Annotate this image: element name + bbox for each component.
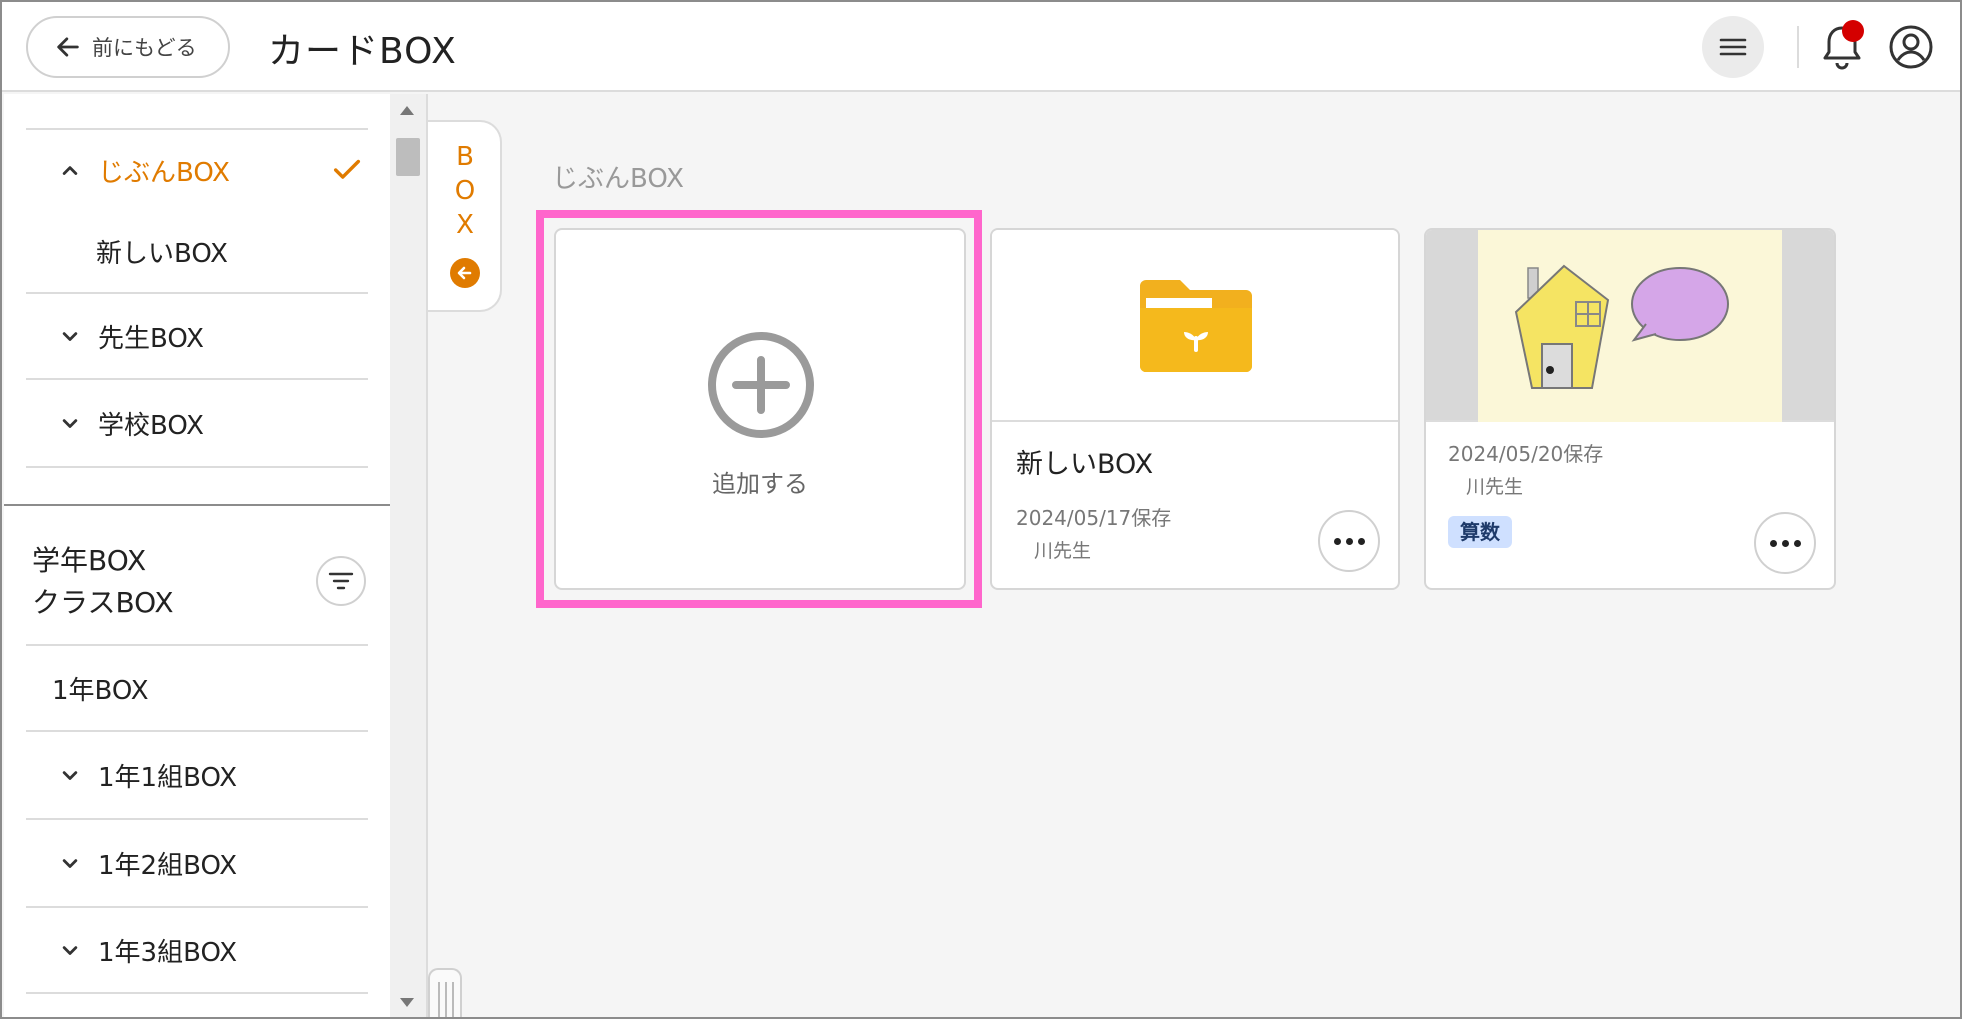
- sidebar-item-school-box[interactable]: 学校BOX: [26, 380, 368, 468]
- card-item[interactable]: 2024/05/20保存 川先生 算数: [1424, 228, 1836, 590]
- subject-tag: 算数: [1448, 516, 1512, 548]
- sidebar-item-grade1-class2[interactable]: 1年2組BOX: [26, 820, 368, 908]
- box-tab-letter: B: [456, 142, 474, 172]
- chevron-down-icon: [62, 946, 78, 955]
- sidebar-section-divider: [4, 504, 390, 506]
- card-saved-date: 2024/05/20保存: [1448, 442, 1604, 466]
- more-options-button[interactable]: [1318, 510, 1380, 572]
- sidebar-item-label: 1年2組BOX: [98, 850, 238, 881]
- menu-button[interactable]: [1702, 16, 1764, 78]
- box-tab-letter: O: [454, 176, 476, 206]
- panel-resize-handle[interactable]: [428, 968, 462, 1017]
- box-card[interactable]: 新しいBOX 2024/05/17保存 川先生: [990, 228, 1400, 590]
- back-button-label: 前にもどる: [92, 36, 197, 60]
- notification-badge: [1842, 20, 1864, 42]
- plus-circle-icon: [708, 332, 814, 438]
- box-panel-tab[interactable]: B O X: [428, 120, 502, 312]
- more-dots-icon: [1333, 537, 1341, 545]
- sidebar-item-label: 新しいBOX: [96, 238, 228, 269]
- sidebar-item-label: 1年3組BOX: [98, 937, 238, 968]
- hamburger-menu-icon: [1719, 38, 1747, 56]
- sidebar-item-label: 1年1組BOX: [98, 762, 238, 793]
- filter-button[interactable]: [316, 556, 366, 606]
- header: 前にもどる カードBOX: [2, 2, 1960, 92]
- sidebar-item-new-box[interactable]: 新しいBOX: [26, 210, 368, 294]
- chevron-down-icon: [62, 332, 78, 341]
- checkmark-icon: [333, 159, 361, 179]
- header-divider: [1797, 26, 1799, 68]
- grade-section-title-line2: クラスBOX: [32, 586, 174, 619]
- card-saved-date: 2024/05/17保存: [1016, 506, 1172, 530]
- card-thumbnail: [992, 230, 1398, 422]
- back-button[interactable]: 前にもどる: [26, 16, 230, 78]
- chevron-up-icon: [62, 166, 78, 175]
- sidebar-item-grade1-class3[interactable]: 1年3組BOX: [26, 908, 368, 994]
- account-icon[interactable]: [1888, 24, 1934, 70]
- sidebar-item-my-box[interactable]: じぶんBOX: [26, 130, 368, 210]
- sidebar-item-label: 先生BOX: [98, 323, 204, 354]
- card-teacher: 川先生: [1034, 540, 1092, 562]
- sidebar-item-label: 学校BOX: [98, 410, 204, 441]
- more-options-button[interactable]: [1754, 512, 1816, 574]
- app-window: 前にもどる カードBOX じぶんBOX 新しいBOX 先生BOX 学校BOX 学…: [0, 0, 1962, 1019]
- house-drawing-image: [1478, 230, 1782, 422]
- folder-icon: [1140, 280, 1252, 372]
- box-tab-letter: X: [456, 210, 474, 240]
- add-card-button[interactable]: 追加する: [554, 228, 966, 590]
- section-title: じぶんBOX: [552, 164, 684, 194]
- arrow-left-icon: [57, 37, 79, 57]
- scroll-down-arrow-icon[interactable]: [400, 998, 414, 1007]
- chevron-down-icon: [62, 771, 78, 780]
- card-teacher: 川先生: [1466, 476, 1524, 498]
- add-card-label: 追加する: [712, 470, 808, 498]
- grade-class-section-title: 学年BOX クラスBOX: [32, 540, 174, 624]
- sidebar-item-grade1[interactable]: 1年BOX: [26, 646, 368, 732]
- more-dots-icon: [1769, 539, 1777, 547]
- chevron-down-icon: [62, 859, 78, 868]
- grade-section-title-line1: 学年BOX: [32, 544, 147, 577]
- collapse-arrow-icon: [450, 258, 480, 288]
- sidebar-item-label: じぶんBOX: [98, 157, 230, 188]
- scroll-up-arrow-icon[interactable]: [400, 106, 414, 115]
- sidebar: じぶんBOX 新しいBOX 先生BOX 学校BOX 学年BOX クラスBOX 1…: [4, 94, 390, 1017]
- card-thumbnail: [1426, 230, 1834, 422]
- sidebar-item-teacher-box[interactable]: 先生BOX: [26, 294, 368, 380]
- card-title: 新しいBOX: [1016, 449, 1154, 480]
- filter-icon: [328, 572, 354, 590]
- sidebar-scrollbar[interactable]: [390, 94, 428, 1017]
- page-title: カードBOX: [268, 31, 457, 72]
- sidebar-item-label: 1年BOX: [52, 675, 149, 706]
- sidebar-item-grade1-class1[interactable]: 1年1組BOX: [26, 732, 368, 820]
- scroll-thumb[interactable]: [396, 138, 420, 176]
- chevron-down-icon: [62, 419, 78, 428]
